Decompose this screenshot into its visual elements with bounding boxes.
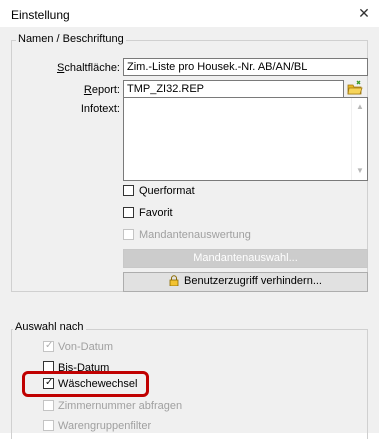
- benutzerzugriff-button[interactable]: Benutzerzugriff verhindern...: [123, 272, 368, 292]
- schaltflaeche-label: Schaltfläche:: [10, 62, 120, 74]
- von-datum-check-icon: ✓: [45, 340, 54, 351]
- schaltflaeche-input[interactable]: Zim.-Liste pro Housek.-Nr. AB/AN/BL: [123, 58, 368, 76]
- zimmernummer-label: Zimmernummer abfragen: [58, 400, 183, 412]
- zimmernummer-checkbox[interactable]: [43, 400, 54, 411]
- report-input[interactable]: TMP_ZI32.REP: [123, 80, 344, 98]
- querformat-checkbox[interactable]: [123, 185, 134, 196]
- group-namen-legend: Namen / Beschriftung: [16, 33, 126, 45]
- close-icon[interactable]: ✕: [356, 5, 372, 21]
- warengruppenfilter-label: Warengruppenfilter: [58, 420, 152, 432]
- report-label: Report:: [10, 84, 120, 96]
- infotext-scrollbar[interactable]: ▲ ▼: [351, 98, 367, 180]
- scroll-up-icon[interactable]: ▲: [352, 100, 368, 114]
- infotext-label: Infotext:: [80, 103, 120, 115]
- scroll-down-icon[interactable]: ▼: [352, 164, 368, 178]
- benutzerzugriff-label: Benutzerzugriff verhindern...: [184, 275, 322, 287]
- infotext-textarea[interactable]: ▲ ▼: [123, 97, 368, 181]
- favorit-checkbox[interactable]: [123, 207, 134, 218]
- mandantenauswahl-button[interactable]: Mandantenauswahl...: [123, 249, 368, 268]
- lock-icon: [169, 275, 179, 286]
- querformat-label: Querformat: [139, 185, 195, 197]
- von-datum-checkbox[interactable]: ✓: [43, 340, 54, 352]
- highlight-annotation: [22, 371, 149, 397]
- mandantenauswertung-checkbox[interactable]: [123, 229, 134, 240]
- favorit-label: Favorit: [139, 207, 173, 219]
- report-label-rest: eport:: [91, 84, 120, 96]
- von-datum-label: Von-Datum: [58, 341, 114, 353]
- warengruppenfilter-checkbox[interactable]: [43, 420, 54, 431]
- mandantenauswertung-label: Mandantenauswertung: [139, 229, 251, 241]
- report-mnemonic: R: [83, 84, 92, 96]
- folder-icon[interactable]: [346, 80, 364, 96]
- group-auswahl-legend: Auswahl nach: [13, 321, 86, 333]
- window-title: Einstellung: [11, 8, 70, 22]
- schaltflaeche-label-rest: chaltfläche:: [64, 62, 120, 74]
